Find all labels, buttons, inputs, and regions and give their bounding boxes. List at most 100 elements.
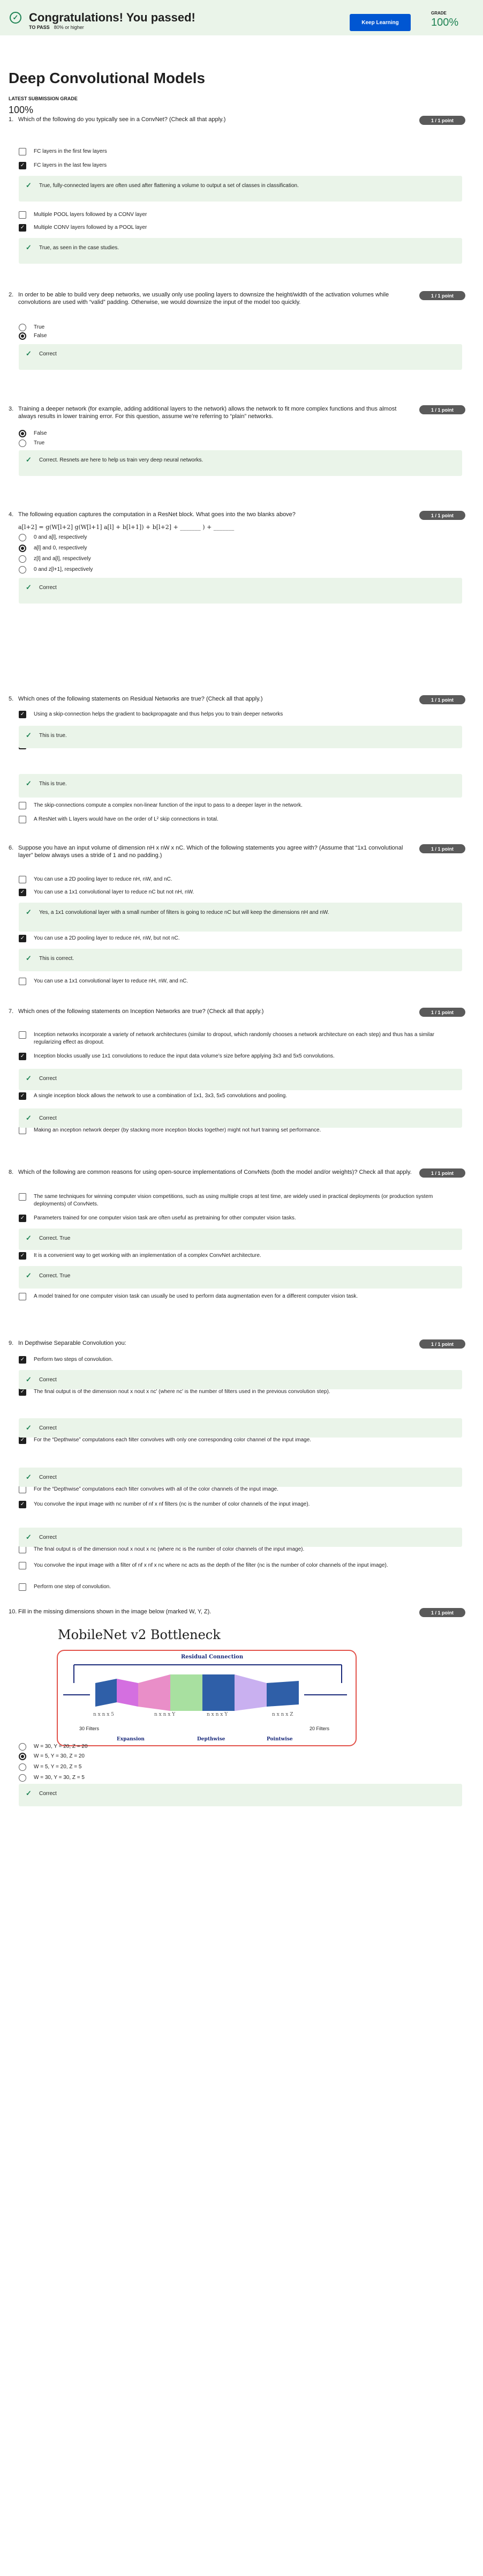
answer-option[interactable]: False xyxy=(19,430,447,437)
checkbox-checked-icon[interactable]: ✓ xyxy=(19,162,26,169)
check-icon: ✓ xyxy=(26,1375,32,1383)
radio-icon[interactable] xyxy=(19,324,26,331)
answer-option[interactable]: FC layers in the first few layers xyxy=(19,148,447,155)
stage-label-3: Pointwise xyxy=(267,1737,293,1742)
checkbox-checked-icon[interactable]: ✓ xyxy=(19,1252,26,1260)
answer-option[interactable]: The same techniques for winning computer… xyxy=(19,1193,447,1208)
answer-option[interactable]: Multiple POOL layers followed by a CONV … xyxy=(19,211,447,219)
checkbox-checked-icon[interactable]: ✓ xyxy=(19,1215,26,1222)
checkbox-checked-icon[interactable]: ✓ xyxy=(19,1501,26,1508)
answer-option[interactable]: ✓ For the “Depthwise” computations each f… xyxy=(19,1436,447,1444)
answer-option[interactable]: Making an inception network deeper (by s… xyxy=(19,1127,447,1134)
checkbox-icon[interactable] xyxy=(19,876,26,883)
radio-icon[interactable] xyxy=(19,566,26,574)
checkbox-icon[interactable] xyxy=(19,978,26,985)
answer-option[interactable]: ✓ The final output is of the dimension no… xyxy=(19,1388,447,1396)
radio-icon[interactable] xyxy=(19,1774,26,1782)
checkbox-icon[interactable] xyxy=(19,1031,26,1039)
checkbox-icon[interactable] xyxy=(19,1127,26,1134)
answer-option[interactable]: ✓ Inception blocks usually use 1x1 convol… xyxy=(19,1053,447,1060)
answer-option[interactable]: A ResNet with L layers would have on the… xyxy=(19,816,447,823)
radio-icon[interactable] xyxy=(19,440,26,447)
answer-option[interactable]: ✓ You can use a 2D pooling layer to reduc… xyxy=(19,935,447,942)
answer-option[interactable]: The final output is of the dimension nou… xyxy=(19,1546,447,1553)
answer-option[interactable]: For the “Depthwise” computations each fi… xyxy=(19,1486,447,1493)
checkbox-checked-icon[interactable]: ✓ xyxy=(19,1092,26,1100)
answer-option[interactable]: W = 5, Y = 30, Z = 20 xyxy=(19,1753,447,1760)
question-9: 9. In Depthwise Separable Convolution you… xyxy=(0,1339,483,1349)
answer-option[interactable]: 0 and a[l], respectively xyxy=(19,534,447,541)
radio-icon[interactable] xyxy=(19,534,26,541)
answer-option[interactable]: ✓ You convolve the input image with nc nu… xyxy=(19,1501,447,1508)
answer-option[interactable]: ✓ A single inception block allows the net… xyxy=(19,1092,447,1100)
answer-option[interactable]: Inception networks incorporate a variety… xyxy=(19,1031,447,1046)
answer-option[interactable]: True xyxy=(19,440,447,447)
answer-option[interactable]: You can use a 2D pooling layer to reduce… xyxy=(19,876,447,883)
answer-option[interactable]: ✓ Parameters trained for one computer vis… xyxy=(19,1215,447,1222)
answer-option[interactable]: ✓ Multiple CONV layers followed by a POOL… xyxy=(19,224,447,232)
checkbox-icon[interactable] xyxy=(19,1193,26,1201)
radio-selected-icon[interactable] xyxy=(19,332,26,340)
check-icon: ✓ xyxy=(26,243,32,251)
check-circle-icon: ✓ xyxy=(10,12,21,24)
feedback-text: Correct. True xyxy=(39,1273,71,1279)
answer-option[interactable]: W = 30, Y = 20, Z = 20 xyxy=(19,1743,447,1751)
filters-right-label: 20 Filters xyxy=(310,1726,330,1731)
radio-selected-icon[interactable] xyxy=(19,1753,26,1760)
checkbox-icon[interactable] xyxy=(19,211,26,219)
correct-feedback: ✓ Correct xyxy=(19,1784,462,1806)
checkbox-checked-icon[interactable]: ✓ xyxy=(19,889,26,896)
checkbox-checked-icon[interactable]: ✓ xyxy=(19,1388,26,1396)
feedback-text: Correct xyxy=(39,1377,57,1383)
answer-option[interactable]: False xyxy=(19,332,447,340)
checkbox-icon[interactable] xyxy=(19,1486,26,1493)
checkbox-checked-icon[interactable]: ✓ xyxy=(19,1436,26,1444)
answer-text: The same techniques for winning computer… xyxy=(34,1194,433,1207)
radio-selected-icon[interactable] xyxy=(19,430,26,437)
check-icon: ✓ xyxy=(26,181,32,189)
checkbox-checked-icon[interactable]: ✓ xyxy=(19,1356,26,1364)
question-4: 4. The following equation captures the co… xyxy=(0,511,483,531)
answer-option[interactable]: You convolve the input image with a filt… xyxy=(19,1562,447,1569)
checkbox-icon[interactable] xyxy=(19,1583,26,1591)
answer-option[interactable]: ✓ You can use a 1x1 convolutional layer t… xyxy=(19,889,447,896)
answer-option[interactable]: A model trained for one computer vision … xyxy=(19,1293,447,1300)
answer-option[interactable]: The skip-connections compute a complex n… xyxy=(19,802,447,809)
answer-text: The final output is of the dimension nou… xyxy=(34,1546,305,1552)
answer-option[interactable]: ✓ FC layers in the last few layers xyxy=(19,162,447,169)
checkbox-checked-icon[interactable]: ✓ xyxy=(19,935,26,942)
checkbox-checked-icon[interactable]: ✓ xyxy=(19,1053,26,1060)
checkbox-checked-icon[interactable]: ✓ xyxy=(19,224,26,232)
answer-option[interactable]: True xyxy=(19,324,447,331)
check-icon: ✓ xyxy=(26,1234,32,1242)
checkbox-icon[interactable] xyxy=(19,1546,26,1553)
figure-title: MobileNet v2 Bottleneck xyxy=(58,1627,221,1642)
answer-option[interactable]: a[l] and 0, respectively xyxy=(19,545,447,552)
keep-learning-button[interactable]: Keep Learning xyxy=(350,14,411,31)
answer-option[interactable]: You can use a 1x1 convolutional layer to… xyxy=(19,978,447,985)
radio-icon[interactable] xyxy=(19,1743,26,1751)
radio-selected-icon[interactable] xyxy=(19,545,26,552)
checkbox-icon[interactable] xyxy=(19,1293,26,1300)
answer-option[interactable]: z[l] and a[l], respectively xyxy=(19,555,447,563)
quiz-body: 1. Which of the following do you typicall… xyxy=(0,116,483,2576)
answer-option[interactable]: W = 30, Y = 30, Z = 5 xyxy=(19,1774,447,1782)
radio-icon[interactable] xyxy=(19,1763,26,1771)
feedback-text: Correct. True xyxy=(39,1235,71,1241)
answer-option[interactable]: ✓ It is a convenient way to get working w… xyxy=(19,1252,447,1260)
checkbox-icon[interactable] xyxy=(19,816,26,823)
checkbox-icon[interactable] xyxy=(19,802,26,809)
checkbox-icon[interactable] xyxy=(19,148,26,155)
answer-option[interactable]: 0 and z[l+1], respectively xyxy=(19,566,447,574)
answer-option[interactable]: Perform one step of convolution. xyxy=(19,1583,447,1591)
answer-option[interactable]: ✓ Using a skip-connection helps the gradi… xyxy=(19,711,447,718)
answer-option[interactable]: W = 5, Y = 20, Z = 5 xyxy=(19,1763,447,1771)
radio-icon[interactable] xyxy=(19,555,26,563)
answer-option[interactable]: ✓ Perform two steps of convolution. xyxy=(19,1356,447,1364)
feedback-text: Correct xyxy=(39,1076,57,1082)
checkbox-checked-icon[interactable]: ✓ xyxy=(19,711,26,718)
answer-text: W = 5, Y = 30, Z = 20 xyxy=(34,1753,85,1759)
answer-text: You convolve the input image with nc num… xyxy=(34,1501,310,1507)
points-badge: 1 / 1 point xyxy=(419,695,465,704)
checkbox-icon[interactable] xyxy=(19,1562,26,1569)
